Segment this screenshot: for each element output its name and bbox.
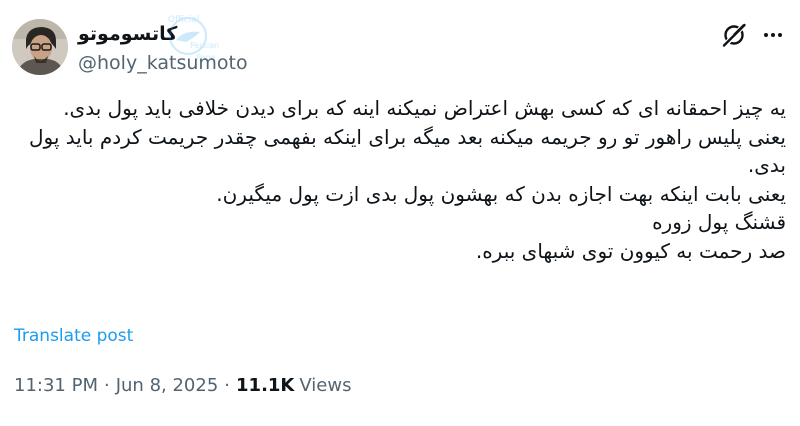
more-dots-icon[interactable] — [758, 22, 788, 48]
tweet-line: یه چیز احمقانه ای که کسی بهش اعتراض نمیک… — [63, 96, 786, 120]
tweet-line: یعنی پلیس راهور تو رو جریمه میکنه بعد می… — [28, 124, 786, 178]
separator: · — [224, 375, 231, 396]
svg-text:Official: Official — [168, 15, 199, 25]
avatar-image — [12, 19, 68, 75]
avatar[interactable] — [12, 19, 68, 75]
tweet-text: یه چیز احمقانه ای که کسی بهش اعتراض نمیک… — [14, 94, 786, 265]
views-label: Views — [299, 375, 352, 396]
separator: · — [103, 375, 110, 396]
tweet-line: صد رحمت به کیوون توی شبهای ببره. — [475, 238, 786, 263]
grok-icon[interactable] — [719, 20, 749, 50]
tweet-time[interactable]: 11:31 PM — [14, 375, 98, 396]
watermark-logo: Official Persian Page — [168, 15, 219, 62]
tweet-meta: 11:31 PM · Jun 8, 2025 · 11.1K Views — [14, 375, 351, 396]
svg-text:Page: Page — [196, 53, 215, 62]
tweet-card: کاتسوموتو @holy_katsumoto Official Persi… — [0, 0, 800, 426]
svg-text:Persian: Persian — [190, 41, 219, 50]
views-count: 11.1K — [236, 375, 295, 396]
translate-post-link[interactable]: Translate post — [14, 326, 133, 346]
tweet-line: یعنی بابت اینکه بهت اجازه بدن که بهشون پ… — [216, 181, 786, 206]
tweet-date[interactable]: Jun 8, 2025 — [116, 375, 219, 396]
tweet-line: قشنگ پول زوره — [652, 210, 786, 234]
